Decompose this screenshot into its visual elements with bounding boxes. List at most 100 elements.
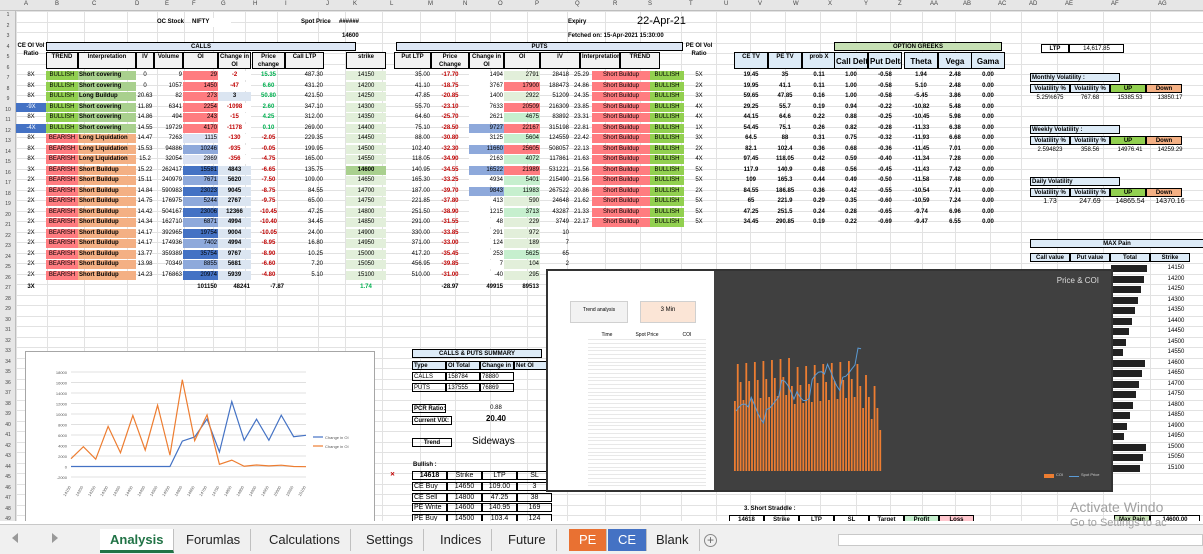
row-number[interactable]: 22 — [0, 233, 16, 239]
tab-blank[interactable]: Blank — [646, 529, 700, 551]
column-letter[interactable]: D — [135, 1, 139, 7]
column-letter[interactable]: F — [192, 1, 196, 7]
tab-analysis[interactable]: Analysis — [100, 529, 175, 553]
row-number[interactable]: 12 — [0, 128, 16, 134]
column-letter[interactable]: AG — [1158, 1, 1167, 7]
row-number[interactable]: 15 — [0, 159, 16, 165]
column-letter[interactable]: Z — [898, 1, 902, 7]
column-letter[interactable]: AB — [963, 1, 971, 7]
tab-forumlas[interactable]: Forumlas — [176, 529, 252, 551]
column-letter[interactable]: N — [463, 1, 467, 7]
row-number[interactable]: 36 — [0, 380, 16, 386]
row-number[interactable]: 18 — [0, 191, 16, 197]
row-number[interactable]: 44 — [0, 464, 16, 470]
spreadsheet-grid[interactable]: OC Stock NIFTY Spot Price ###### 14600 Expiry… — [16, 11, 1203, 521]
column-letter[interactable]: H — [253, 1, 257, 7]
row-number[interactable]: 48 — [0, 506, 16, 512]
horizontal-scrollbar[interactable] — [838, 534, 1203, 546]
row-number[interactable]: 13 — [0, 138, 16, 144]
row-number[interactable]: 7 — [0, 75, 16, 81]
column-letter[interactable]: B — [55, 1, 59, 7]
tab-settings[interactable]: Settings — [356, 529, 424, 551]
row-number[interactable]: 20 — [0, 212, 16, 218]
column-letter[interactable]: L — [390, 1, 393, 7]
column-letter[interactable]: M — [428, 1, 433, 7]
scroll-left-icon[interactable] — [12, 533, 18, 543]
row-number[interactable]: 31 — [0, 327, 16, 333]
column-letter[interactable]: G — [221, 1, 226, 7]
row-number[interactable]: 49 — [0, 516, 16, 522]
row-number[interactable]: 9 — [0, 96, 16, 102]
column-letter[interactable]: S — [648, 1, 652, 7]
scroll-right-icon[interactable] — [52, 533, 58, 543]
row-number[interactable]: 6 — [0, 65, 16, 71]
row-number[interactable]: 3 — [0, 33, 16, 39]
row-number[interactable]: 1 — [0, 12, 16, 18]
column-letter[interactable]: P — [535, 1, 539, 7]
column-letter[interactable]: AD — [1029, 1, 1037, 7]
column-letter[interactable]: Q — [575, 1, 580, 7]
tab-ce[interactable]: CE — [608, 529, 648, 551]
row-number[interactable]: 37 — [0, 390, 16, 396]
row-number[interactable]: 21 — [0, 222, 16, 228]
column-letter[interactable]: AE — [1065, 1, 1073, 7]
column-letter[interactable]: V — [758, 1, 762, 7]
column-letter[interactable]: AF — [1111, 1, 1119, 7]
column-letter[interactable]: J — [326, 1, 329, 7]
row-number[interactable]: 10 — [0, 107, 16, 113]
row-number[interactable]: 35 — [0, 369, 16, 375]
row-number[interactable]: 28 — [0, 296, 16, 302]
row-number[interactable]: 27 — [0, 285, 16, 291]
row-number[interactable]: 42 — [0, 443, 16, 449]
add-sheet-icon[interactable]: + — [704, 534, 717, 547]
column-letter[interactable]: A — [24, 1, 28, 7]
trend-analysis-button[interactable]: Trend analysis — [570, 301, 628, 323]
column-letter[interactable]: I — [285, 1, 287, 7]
row-number[interactable]: 16 — [0, 170, 16, 176]
column-letter[interactable]: X — [828, 1, 832, 7]
row-number[interactable]: 34 — [0, 359, 16, 365]
row-number[interactable]: 33 — [0, 348, 16, 354]
row-number[interactable]: 14 — [0, 149, 16, 155]
row-number[interactable]: 38 — [0, 401, 16, 407]
row-number[interactable]: 19 — [0, 201, 16, 207]
row-number[interactable]: 39 — [0, 411, 16, 417]
row-number[interactable]: 41 — [0, 432, 16, 438]
tab-calculations[interactable]: Calculations — [259, 529, 351, 551]
row-number[interactable]: 29 — [0, 306, 16, 312]
puts-chg-total: 49915 — [486, 284, 503, 290]
row-number[interactable]: 43 — [0, 453, 16, 459]
row-number[interactable]: 30 — [0, 317, 16, 323]
row-number[interactable]: 32 — [0, 338, 16, 344]
column-letter[interactable]: T — [689, 1, 693, 7]
column-letter[interactable]: AC — [998, 1, 1006, 7]
row-number[interactable]: 45 — [0, 474, 16, 480]
tab-indices[interactable]: Indices — [430, 529, 493, 551]
row-number[interactable]: 26 — [0, 275, 16, 281]
column-letter[interactable]: R — [613, 1, 617, 7]
row-number[interactable]: 8 — [0, 86, 16, 92]
row-number[interactable]: 24 — [0, 254, 16, 260]
column-letter[interactable]: AA — [930, 1, 938, 7]
three-min-button[interactable]: 3 Min — [640, 301, 696, 323]
column-letter[interactable]: C — [92, 1, 96, 7]
column-letter[interactable]: W — [793, 1, 799, 7]
row-number[interactable]: 25 — [0, 264, 16, 270]
row-number[interactable]: 46 — [0, 485, 16, 491]
column-letter[interactable]: E — [165, 1, 169, 7]
row-number[interactable]: 17 — [0, 180, 16, 186]
tab-pe[interactable]: PE — [569, 529, 608, 551]
row-number[interactable]: 40 — [0, 422, 16, 428]
volatility-up-label: UP — [1110, 83, 1146, 93]
row-number[interactable]: 4 — [0, 44, 16, 50]
tab-future[interactable]: Future — [498, 529, 557, 551]
row-number[interactable]: 23 — [0, 243, 16, 249]
row-number[interactable]: 11 — [0, 117, 16, 123]
column-letter[interactable]: K — [353, 1, 357, 7]
column-letter[interactable]: U — [724, 1, 728, 7]
column-letter[interactable]: Y — [864, 1, 868, 7]
column-letter[interactable]: O — [498, 1, 503, 7]
row-number[interactable]: 5 — [0, 54, 16, 60]
row-number[interactable]: 2 — [0, 23, 16, 29]
row-number[interactable]: 47 — [0, 495, 16, 501]
